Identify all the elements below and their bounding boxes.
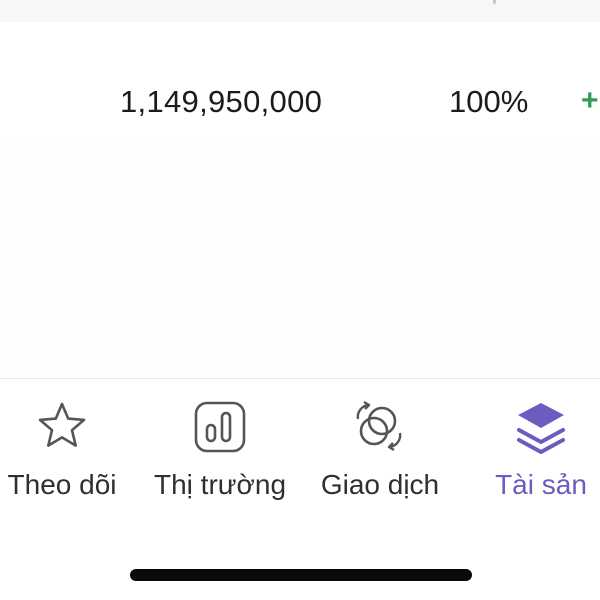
tab-tai-san-label: Tài sản <box>495 469 587 500</box>
tab-theo-doi-label: Theo dõi <box>7 469 117 500</box>
allocation-percent: 100% <box>449 84 529 119</box>
layers-stack-icon <box>517 403 565 454</box>
tab-tai-san[interactable]: Tài sản <box>484 379 598 509</box>
portfolio-screen: 1,149,950,000 100% + Theo dõi Thị trường <box>0 0 600 600</box>
exchange-circles-icon <box>356 400 402 452</box>
portfolio-summary-row: 1,149,950,000 100% + <box>0 22 600 142</box>
tab-theo-doi[interactable]: Theo dõi <box>0 379 124 509</box>
home-indicator[interactable] <box>130 569 472 581</box>
total-value: 1,149,950,000 <box>120 84 323 119</box>
tab-thi-truong-label: Thị trường <box>153 469 287 500</box>
scroll-peek <box>493 0 496 4</box>
chart-bars-icon <box>194 401 246 453</box>
tab-giao-dich[interactable]: Giao dịch <box>308 379 452 509</box>
empty-content-area <box>0 142 600 378</box>
star-icon <box>38 402 86 447</box>
previous-row-strip <box>0 0 600 22</box>
tab-giao-dich-label: Giao dịch <box>320 469 440 500</box>
bottom-tab-bar: Theo dõi Thị trường Giao dịch Tài sản <box>0 378 600 600</box>
tab-thi-truong[interactable]: Thị trường <box>144 379 296 509</box>
expand-plus-button[interactable]: + <box>581 86 599 116</box>
